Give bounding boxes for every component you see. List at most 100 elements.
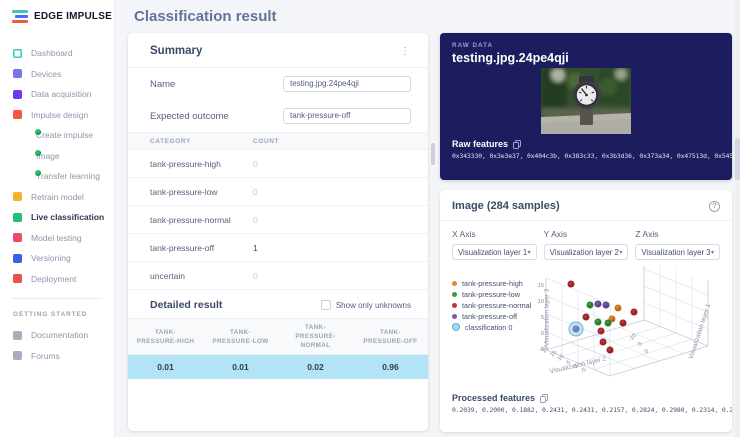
- scatter-point-tank-pressure-normal: [606, 347, 613, 354]
- sidebar-item-deployment[interactable]: Deployment: [0, 269, 114, 290]
- category-cell: tank-pressure-low: [128, 187, 253, 197]
- count-column-header: Count: [253, 138, 428, 145]
- raw-data-eyebrow: RAW DATA: [440, 33, 732, 49]
- expected-outcome-input[interactable]: tank-pressure-off: [283, 108, 411, 124]
- scatter-point-tank-pressure-low: [594, 319, 601, 326]
- page-title: Classification result: [134, 8, 277, 25]
- scatter-point-classification-0: [569, 322, 584, 337]
- result-column-header: tank-pressure-off: [353, 324, 428, 350]
- table-row: tank-pressure-low0: [128, 178, 428, 206]
- page-scrollbar-track[interactable]: [735, 0, 740, 437]
- legend-item-tank-pressure-low[interactable]: tank-pressure-low: [452, 289, 531, 299]
- sidebar-section-label: GETTING STARTED: [0, 308, 114, 325]
- sidebar-item-create-impulse[interactable]: Create impulse: [0, 125, 114, 146]
- devices-icon: [13, 69, 22, 78]
- count-cell: 0: [253, 215, 428, 225]
- scatter-point-tank-pressure-normal: [597, 328, 604, 335]
- model-testing-icon: [13, 233, 22, 242]
- show-only-unknowns-checkbox[interactable]: [321, 300, 331, 310]
- sidebar-item-label: Retrain model: [31, 192, 84, 202]
- scatter-3d-plot[interactable]: 151050-520151050-5-10-50 Visualization l…: [538, 266, 722, 384]
- page-scrollbar-thumb[interactable]: [735, 138, 740, 180]
- edge-impulse-logo[interactable]: EDGE IMPULSE: [0, 0, 114, 23]
- sidebar-item-label: Model testing: [31, 233, 82, 243]
- chevron-down-icon: ▾: [619, 249, 622, 256]
- sidebar-item-label: Live classification: [31, 212, 104, 222]
- sidebar-item-transfer-learning[interactable]: Transfer learning: [0, 166, 114, 187]
- data-acquisition-icon: [13, 90, 22, 99]
- result-value-cell: 0.96: [353, 362, 428, 372]
- sidebar-item-retrain-model[interactable]: Retrain model: [0, 187, 114, 208]
- scatter-point-tank-pressure-low: [587, 302, 594, 309]
- copy-icon[interactable]: [540, 394, 548, 403]
- chevron-down-icon: ▾: [711, 249, 714, 256]
- legend-marker-icon: [452, 292, 457, 297]
- table-row: tank-pressure-off1: [128, 234, 428, 262]
- sidebar-item-forums[interactable]: Forums: [0, 346, 114, 367]
- kebab-menu-icon[interactable]: ⋮: [392, 46, 418, 57]
- scatter-point-tank-pressure-normal: [583, 313, 590, 320]
- name-label: Name: [150, 79, 175, 90]
- x-axis-label: X Axis: [452, 229, 537, 239]
- legend-marker-icon: [452, 314, 457, 319]
- z-axis-plot-label: Visualization layer 3: [544, 278, 551, 358]
- category-table-header: Category Count: [128, 132, 428, 150]
- legend-marker-icon: [452, 303, 457, 308]
- sidebar-item-live-classification[interactable]: Live classification: [0, 207, 114, 228]
- sidebar-item-versioning[interactable]: Versioning: [0, 248, 114, 269]
- scatter-point-tank-pressure-off: [594, 300, 601, 307]
- z-axis-select-value: Visualization layer 3: [641, 248, 710, 257]
- scatter-point-tank-pressure-high: [615, 305, 622, 312]
- edge-impulse-logo-icon: [12, 10, 28, 23]
- detailed-result-row: 0.010.010.020.96: [128, 355, 428, 379]
- legend-item-tank-pressure-high[interactable]: tank-pressure-high: [452, 278, 531, 288]
- scatter-point-tank-pressure-normal: [631, 309, 638, 316]
- help-icon[interactable]: ?: [709, 201, 720, 212]
- table-row: uncertain0: [128, 262, 428, 290]
- show-only-unknowns-label: Show only unknowns: [336, 301, 411, 310]
- legend-item-tank-pressure-off[interactable]: tank-pressure-off: [452, 311, 531, 321]
- scatter-point-tank-pressure-off: [603, 302, 610, 309]
- z-axis-select[interactable]: Visualization layer 3 ▾: [635, 244, 720, 260]
- show-only-unknowns-control[interactable]: Show only unknowns: [321, 300, 411, 310]
- scatter-point-tank-pressure-normal: [620, 319, 627, 326]
- detailed-result-header: tank-pressure-hightank-pressure-lowtank-…: [128, 318, 428, 355]
- processed-features-label: Processed features: [452, 393, 535, 403]
- green-dot-icon: [35, 150, 41, 156]
- result-value-cell: 0.01: [128, 362, 203, 372]
- sidebar-item-documentation[interactable]: Documentation: [0, 325, 114, 346]
- sidebar-item-data-acquisition[interactable]: Data acquisition: [0, 84, 114, 105]
- summary-card: Summary ⋮ Name testing.jpg.24pe4qji Expe…: [128, 33, 428, 431]
- sidebar-item-model-testing[interactable]: Model testing: [0, 228, 114, 249]
- category-column-header: Category: [128, 138, 253, 145]
- dashboard-icon: [13, 49, 22, 58]
- sidebar-item-label: Data acquisition: [31, 89, 91, 99]
- sidebar-item-image[interactable]: Image: [0, 146, 114, 167]
- sidebar-item-devices[interactable]: Devices: [0, 64, 114, 85]
- feature-explorer-card: Image (284 samples) ? X Axis Visualizati…: [440, 190, 732, 432]
- copy-icon[interactable]: [513, 140, 521, 149]
- sidebar-item-dashboard[interactable]: Dashboard: [0, 43, 114, 64]
- legend-marker-icon: [452, 281, 457, 286]
- retrain-model-icon: [13, 192, 22, 201]
- raw-features-values: 0x343330, 0x3e3e37, 0x404c3b, 0x383c33, …: [440, 149, 732, 160]
- name-input[interactable]: testing.jpg.24pe4qji: [283, 76, 411, 92]
- legend-label: tank-pressure-normal: [462, 301, 531, 310]
- sidebar-divider: [12, 298, 102, 299]
- legend-item-tank-pressure-normal[interactable]: tank-pressure-normal: [452, 300, 531, 310]
- count-cell: 0: [253, 187, 428, 197]
- result-column-header: tank-pressure-low: [203, 324, 278, 350]
- x-axis-select[interactable]: Visualization layer 1 ▾: [452, 244, 537, 260]
- content-scrollbar-thumb[interactable]: [431, 143, 435, 165]
- sidebar-item-impulse-design[interactable]: Impulse design: [0, 105, 114, 126]
- raw-features-label: Raw features: [452, 139, 508, 149]
- sidebar: EDGE IMPULSE DashboardDevices Data acquis…: [0, 0, 115, 437]
- scatter-point-tank-pressure-normal: [599, 338, 606, 345]
- legend-item-classification-0[interactable]: classification 0: [452, 322, 531, 332]
- deployment-icon: [13, 274, 22, 283]
- expected-outcome-label: Expected outcome: [150, 111, 229, 122]
- plot-legend: tank-pressure-hightank-pressure-low tank-…: [452, 278, 531, 333]
- y-axis-select[interactable]: Visualization layer 2 ▾: [544, 244, 629, 260]
- legend-label: tank-pressure-high: [462, 279, 523, 288]
- legend-label: classification 0: [465, 323, 512, 332]
